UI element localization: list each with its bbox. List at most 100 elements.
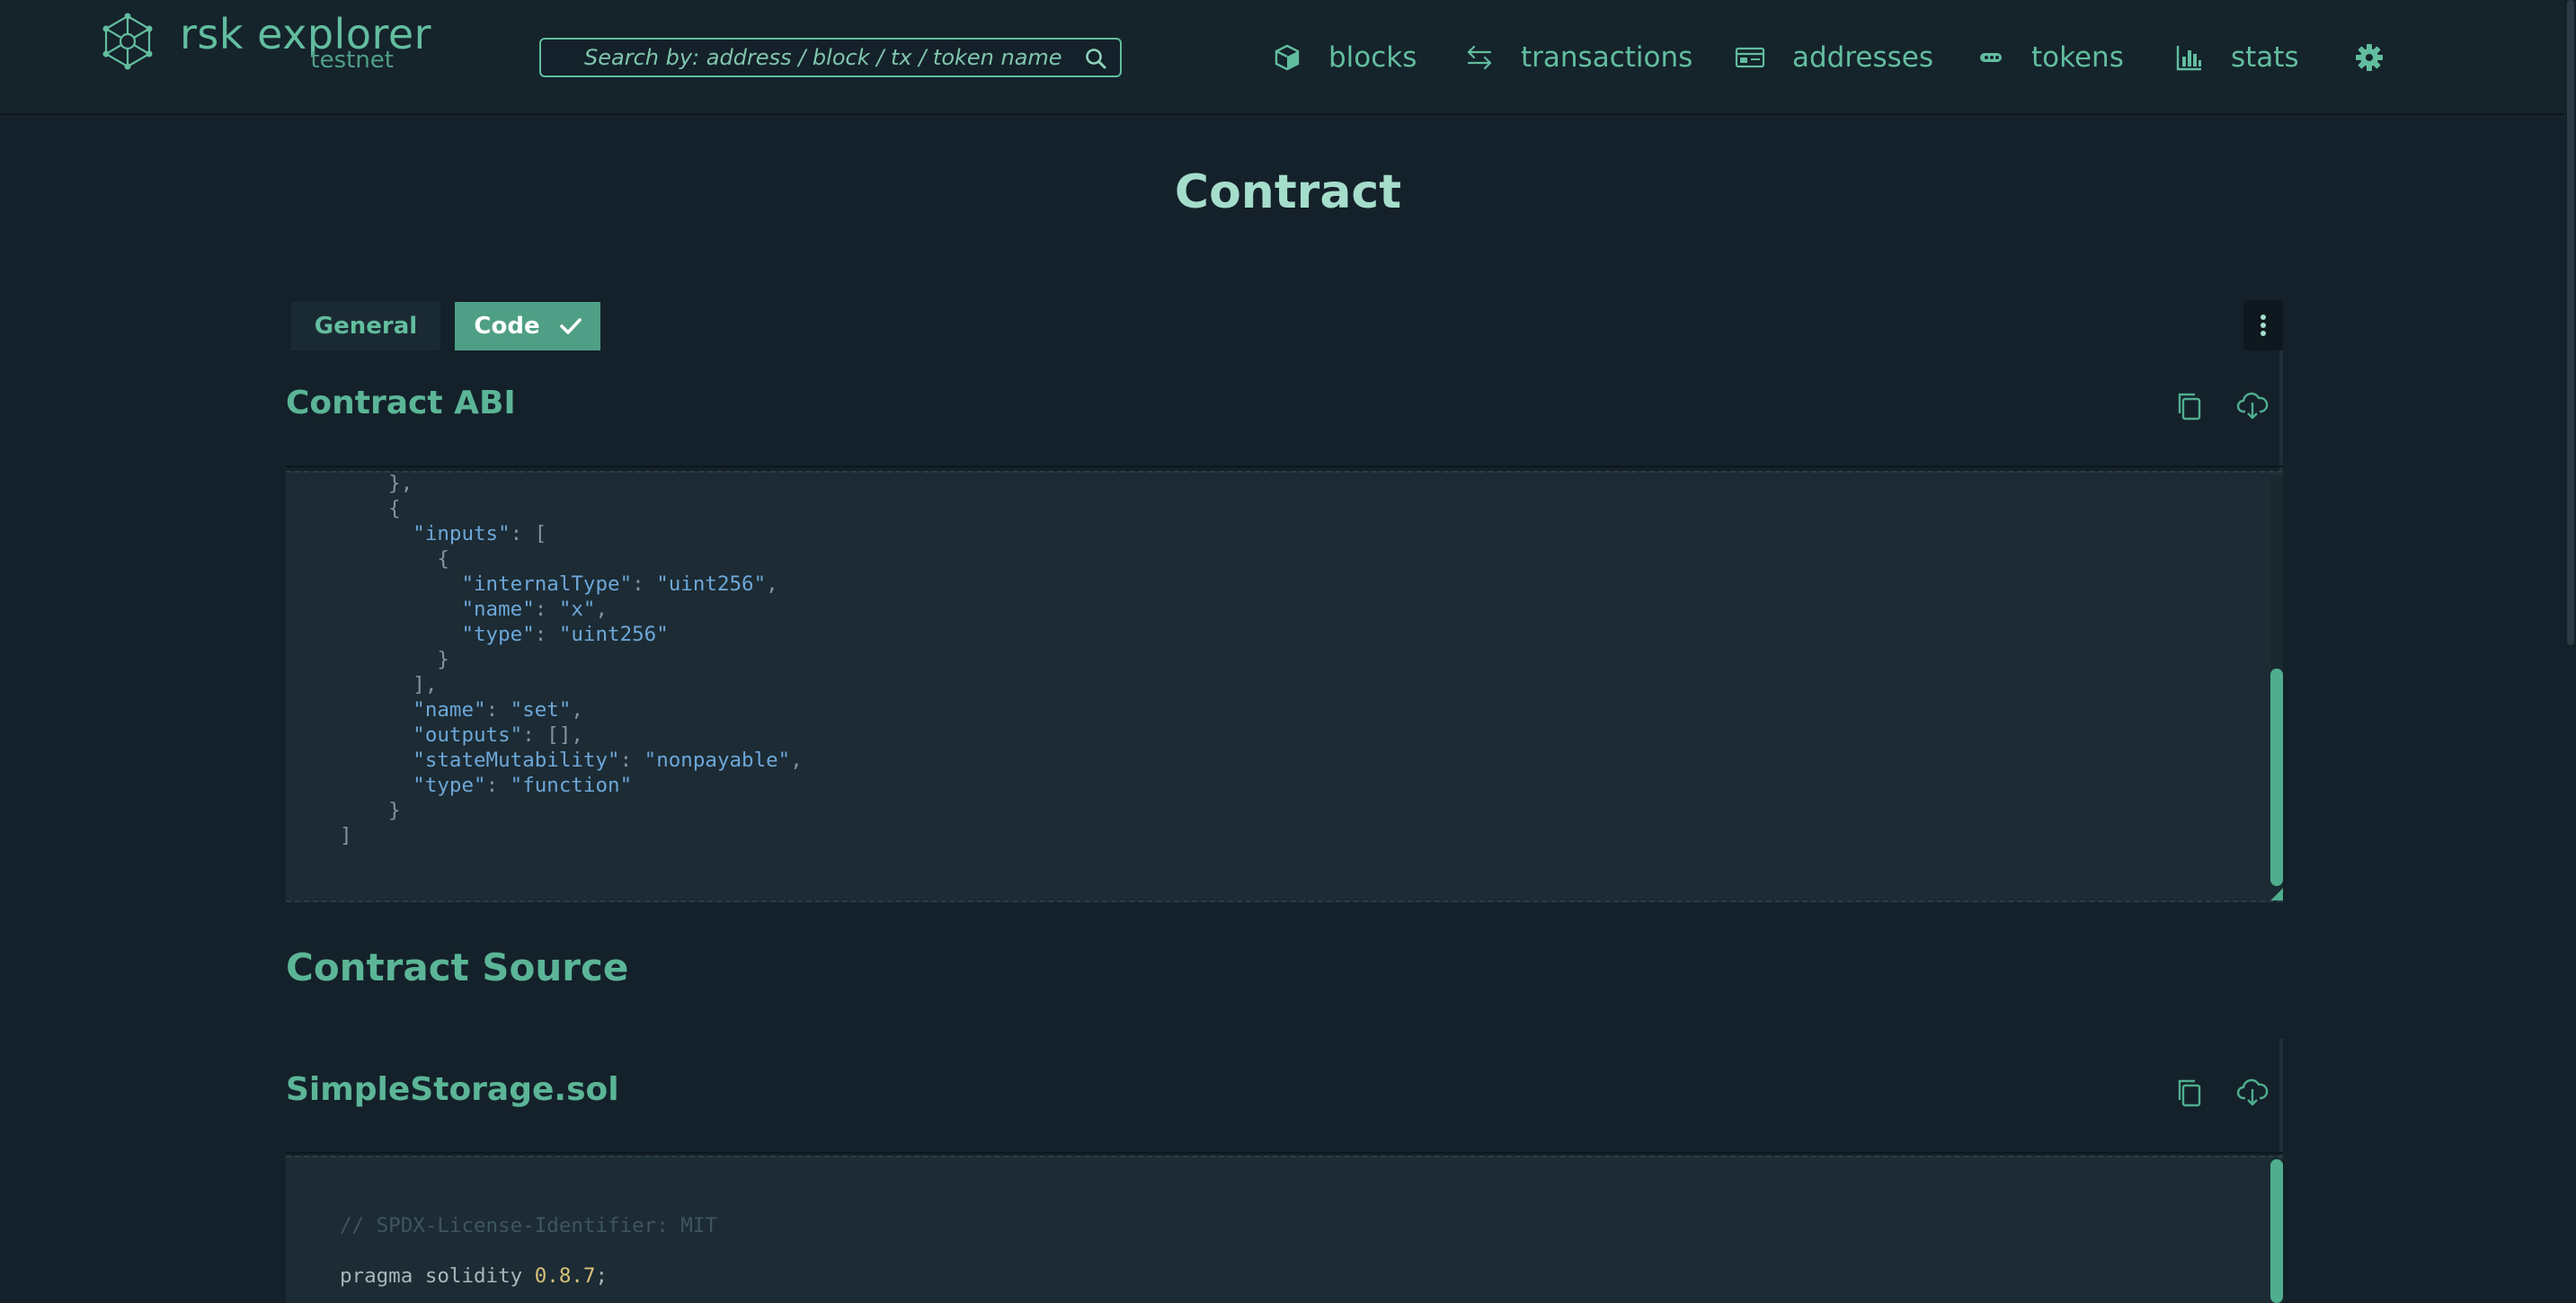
code-token: "function"	[510, 774, 633, 797]
contract-abi-code: }, { "inputs": [ { "internalType": "uint…	[340, 473, 803, 848]
code-token: }	[340, 799, 401, 822]
code-token: pragma solidity	[340, 1264, 535, 1288]
code-line: }	[340, 647, 803, 672]
tab-general-label: General	[314, 313, 418, 340]
code-token: "inputs"	[413, 522, 511, 545]
token-icon	[1980, 53, 2002, 62]
rsk-logo-icon[interactable]	[101, 13, 155, 70]
cloud-download-icon[interactable]	[2236, 390, 2269, 422]
code-line: ]	[340, 823, 803, 848]
nav-stats[interactable]: stats	[2175, 38, 2299, 77]
tab-code-label: Code	[474, 313, 540, 340]
search-input[interactable]	[582, 43, 1068, 72]
code-token: "uint256"	[558, 623, 669, 646]
code-token: "name"	[461, 598, 535, 621]
code-token: "outputs"	[413, 723, 523, 747]
code-token: "uint256"	[656, 572, 767, 596]
resize-grip-icon[interactable]	[2270, 888, 2283, 900]
contract-abi-title: Contract ABI	[286, 385, 516, 421]
code-line: }	[340, 798, 803, 823]
code-token: ,	[766, 572, 778, 596]
brand-network: testnet	[310, 47, 394, 74]
code-token: ],	[340, 673, 438, 696]
contract-source-title: Contract Source	[286, 945, 629, 989]
code-token: "internalType"	[461, 572, 633, 596]
code-line: "internalType": "uint256",	[340, 572, 803, 597]
code-token: :	[485, 698, 511, 722]
nav-blocks-label: blocks	[1328, 41, 1417, 74]
code-token: ,	[595, 598, 608, 621]
code-token: {	[340, 547, 449, 571]
code-token: ,	[571, 698, 583, 722]
section-divider	[286, 465, 2283, 467]
panel-edge	[2279, 350, 2283, 471]
vertical-dots-icon	[2261, 315, 2266, 336]
nav-transactions[interactable]: transactions	[1465, 38, 1692, 77]
page-title: Contract	[1174, 165, 1402, 219]
code-token: "stateMutability"	[413, 749, 620, 772]
code-token: : [	[510, 522, 547, 545]
code-token: : [],	[522, 723, 583, 747]
code-token: // SPDX-License-Identifier: MIT	[340, 1214, 717, 1237]
bar-chart-icon	[2176, 46, 2201, 71]
code-token: }	[340, 648, 449, 671]
search-box	[539, 38, 1122, 77]
code-line: "type": "uint256"	[340, 622, 803, 647]
code-token: :	[534, 598, 559, 621]
gear-icon[interactable]	[2355, 43, 2384, 72]
code-token: "set"	[510, 698, 572, 722]
code-token: 0.8.7	[534, 1264, 596, 1288]
source-code-box[interactable]: // SPDX-License-Identifier: MIT pragma so…	[286, 1156, 2283, 1303]
code-line: "type": "function"	[340, 773, 803, 798]
code-token: "type"	[461, 623, 535, 646]
code-line: "stateMutability": "nonpayable",	[340, 748, 803, 773]
code-line: {	[340, 496, 803, 521]
copy-icon[interactable]	[2173, 1077, 2206, 1109]
section-divider	[286, 1152, 2283, 1154]
nav-transactions-label: transactions	[1521, 41, 1693, 74]
code-line: // SPDX-License-Identifier: MIT	[340, 1213, 717, 1238]
code-line: "name": "x",	[340, 597, 803, 622]
code-token: :	[485, 774, 511, 797]
code-token: {	[340, 497, 401, 520]
top-navbar: rsk explorer testnet blocks transactions	[0, 0, 2576, 115]
code-line: },	[340, 473, 803, 496]
nav-addresses[interactable]: addresses	[1735, 38, 1933, 77]
code-token: :	[632, 572, 657, 596]
nav-tokens[interactable]: tokens	[1977, 38, 2124, 77]
nav-addresses-label: addresses	[1792, 41, 1934, 74]
cloud-download-icon[interactable]	[2236, 1077, 2269, 1109]
source-scrollbar-thumb[interactable]	[2270, 1159, 2283, 1303]
code-line: "name": "set",	[340, 697, 803, 722]
code-token: "nonpayable"	[644, 749, 791, 772]
code-token: ]	[340, 824, 352, 847]
nav-tokens-label: tokens	[2031, 41, 2124, 74]
code-token: ;	[595, 1264, 608, 1288]
nav-blocks[interactable]: blocks	[1273, 38, 1417, 77]
tab-code[interactable]: Code	[455, 302, 600, 350]
transfer-arrows-icon	[1467, 45, 1492, 70]
code-line: "outputs": [],	[340, 722, 803, 748]
code-token: "name"	[413, 698, 486, 722]
code-token: :	[534, 623, 559, 646]
more-options-button[interactable]	[2243, 300, 2283, 350]
copy-icon[interactable]	[2173, 390, 2206, 422]
code-line: ],	[340, 672, 803, 697]
tab-general[interactable]: General	[291, 302, 440, 350]
source-file-name: SimpleStorage.sol	[286, 1071, 619, 1108]
search-icon[interactable]	[1084, 47, 1107, 70]
abi-scrollbar-thumb[interactable]	[2270, 669, 2283, 886]
code-token: :	[619, 749, 644, 772]
page-scrollbar-thumb[interactable]	[2567, 0, 2574, 645]
contract-abi-code-box[interactable]: }, { "inputs": [ { "internalType": "uint…	[286, 471, 2283, 902]
code-line: {	[340, 546, 803, 572]
checkmark-icon	[559, 318, 582, 334]
